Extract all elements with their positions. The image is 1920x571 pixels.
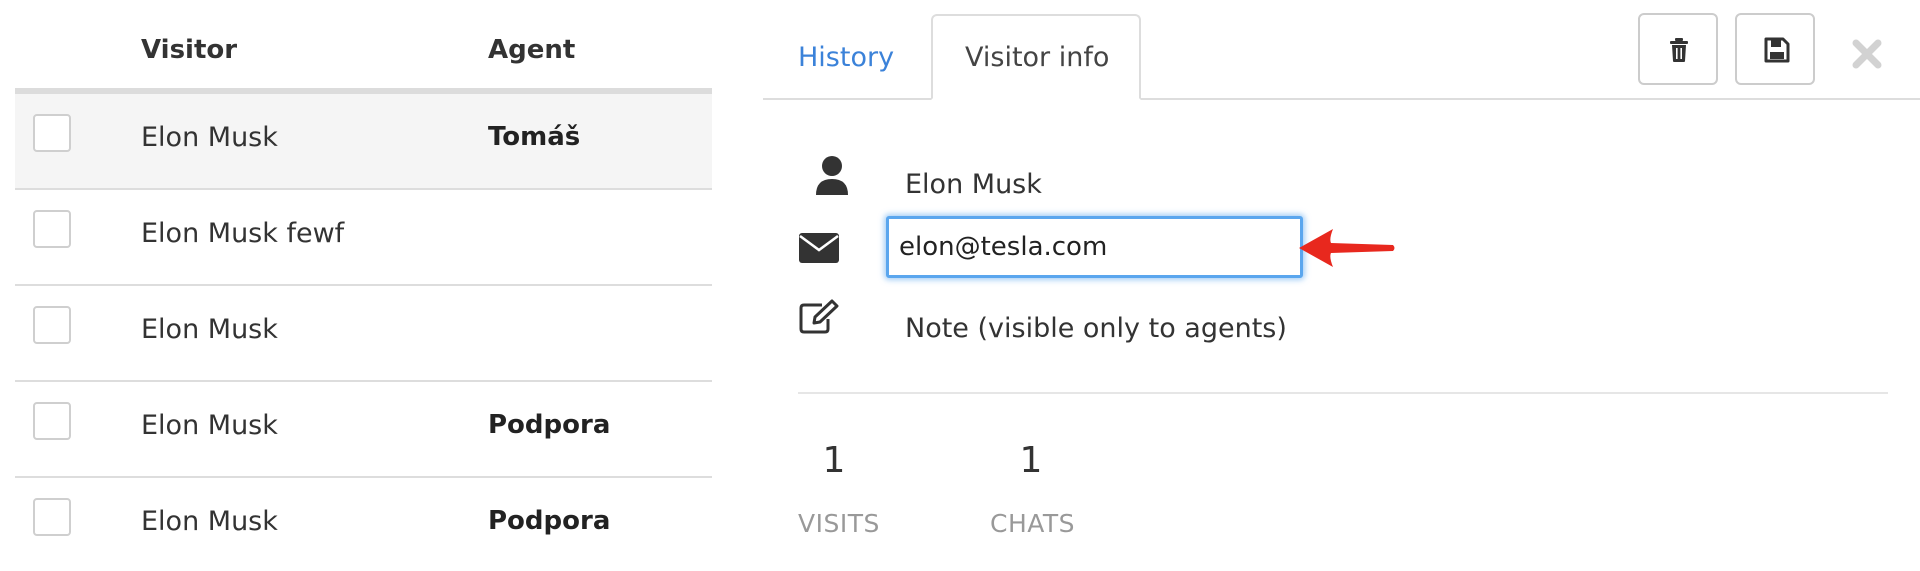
section-divider	[798, 392, 1888, 394]
row-visitor-name: Elon Musk fewf	[141, 218, 345, 249]
visits-count: 1	[822, 440, 846, 481]
column-header-agent[interactable]: Agent	[488, 35, 575, 65]
row-checkbox[interactable]	[33, 114, 71, 152]
delete-button[interactable]	[1638, 13, 1718, 85]
table-row[interactable]: Elon Musk Podpora	[15, 382, 712, 478]
chats-label: CHATS	[990, 509, 1076, 538]
table-row[interactable]: Elon Musk Tomáš	[15, 94, 712, 190]
envelope-icon	[799, 233, 839, 263]
save-button[interactable]	[1735, 13, 1815, 85]
row-agent-name: Podpora	[488, 410, 611, 440]
row-checkbox[interactable]	[33, 306, 71, 344]
row-visitor-name: Elon Musk	[141, 410, 278, 441]
annotation-arrow-icon	[1299, 229, 1395, 267]
tab-bar: History Visitor info	[763, 0, 1920, 100]
visitor-detail-panel: History Visitor info Elon Musk elon@tesl…	[763, 0, 1920, 571]
tab-visitor-info-label: Visitor info	[965, 42, 1110, 73]
tab-visitor-info[interactable]: Visitor info	[931, 14, 1141, 100]
visits-label: VISITS	[798, 509, 880, 538]
floppy-disk-icon	[1764, 37, 1790, 63]
user-icon	[816, 156, 848, 195]
table-row[interactable]: Elon Musk	[15, 286, 712, 382]
row-visitor-name: Elon Musk	[141, 122, 278, 153]
note-field[interactable]: Note (visible only to agents)	[905, 313, 1287, 344]
table-row[interactable]: Elon Musk fewf	[15, 190, 712, 286]
email-field[interactable]	[886, 216, 1303, 278]
chats-count: 1	[1019, 440, 1043, 481]
tab-history[interactable]: History	[798, 42, 894, 73]
visits-stat: 1 VISITS	[798, 440, 880, 538]
row-agent-name: Podpora	[488, 506, 611, 536]
table-row[interactable]: Elon Musk Podpora	[15, 478, 712, 571]
chats-stat: 1 CHATS	[990, 440, 1076, 538]
row-agent-name: Tomáš	[488, 122, 581, 152]
row-checkbox[interactable]	[33, 402, 71, 440]
column-header-visitor[interactable]: Visitor	[141, 35, 237, 65]
row-visitor-name: Elon Musk	[141, 506, 278, 537]
visitor-name: Elon Musk	[905, 169, 1042, 200]
row-checkbox[interactable]	[33, 210, 71, 248]
app-root: Visitor Agent Elon Musk Tomáš Elon Musk …	[0, 0, 1920, 571]
row-checkbox[interactable]	[33, 498, 71, 536]
visitor-table: Visitor Agent Elon Musk Tomáš Elon Musk …	[15, 0, 712, 571]
edit-note-icon	[799, 299, 839, 334]
row-visitor-name: Elon Musk	[141, 314, 278, 345]
trash-icon	[1670, 38, 1688, 62]
table-header: Visitor Agent	[15, 0, 712, 94]
close-icon[interactable]	[1851, 38, 1883, 70]
